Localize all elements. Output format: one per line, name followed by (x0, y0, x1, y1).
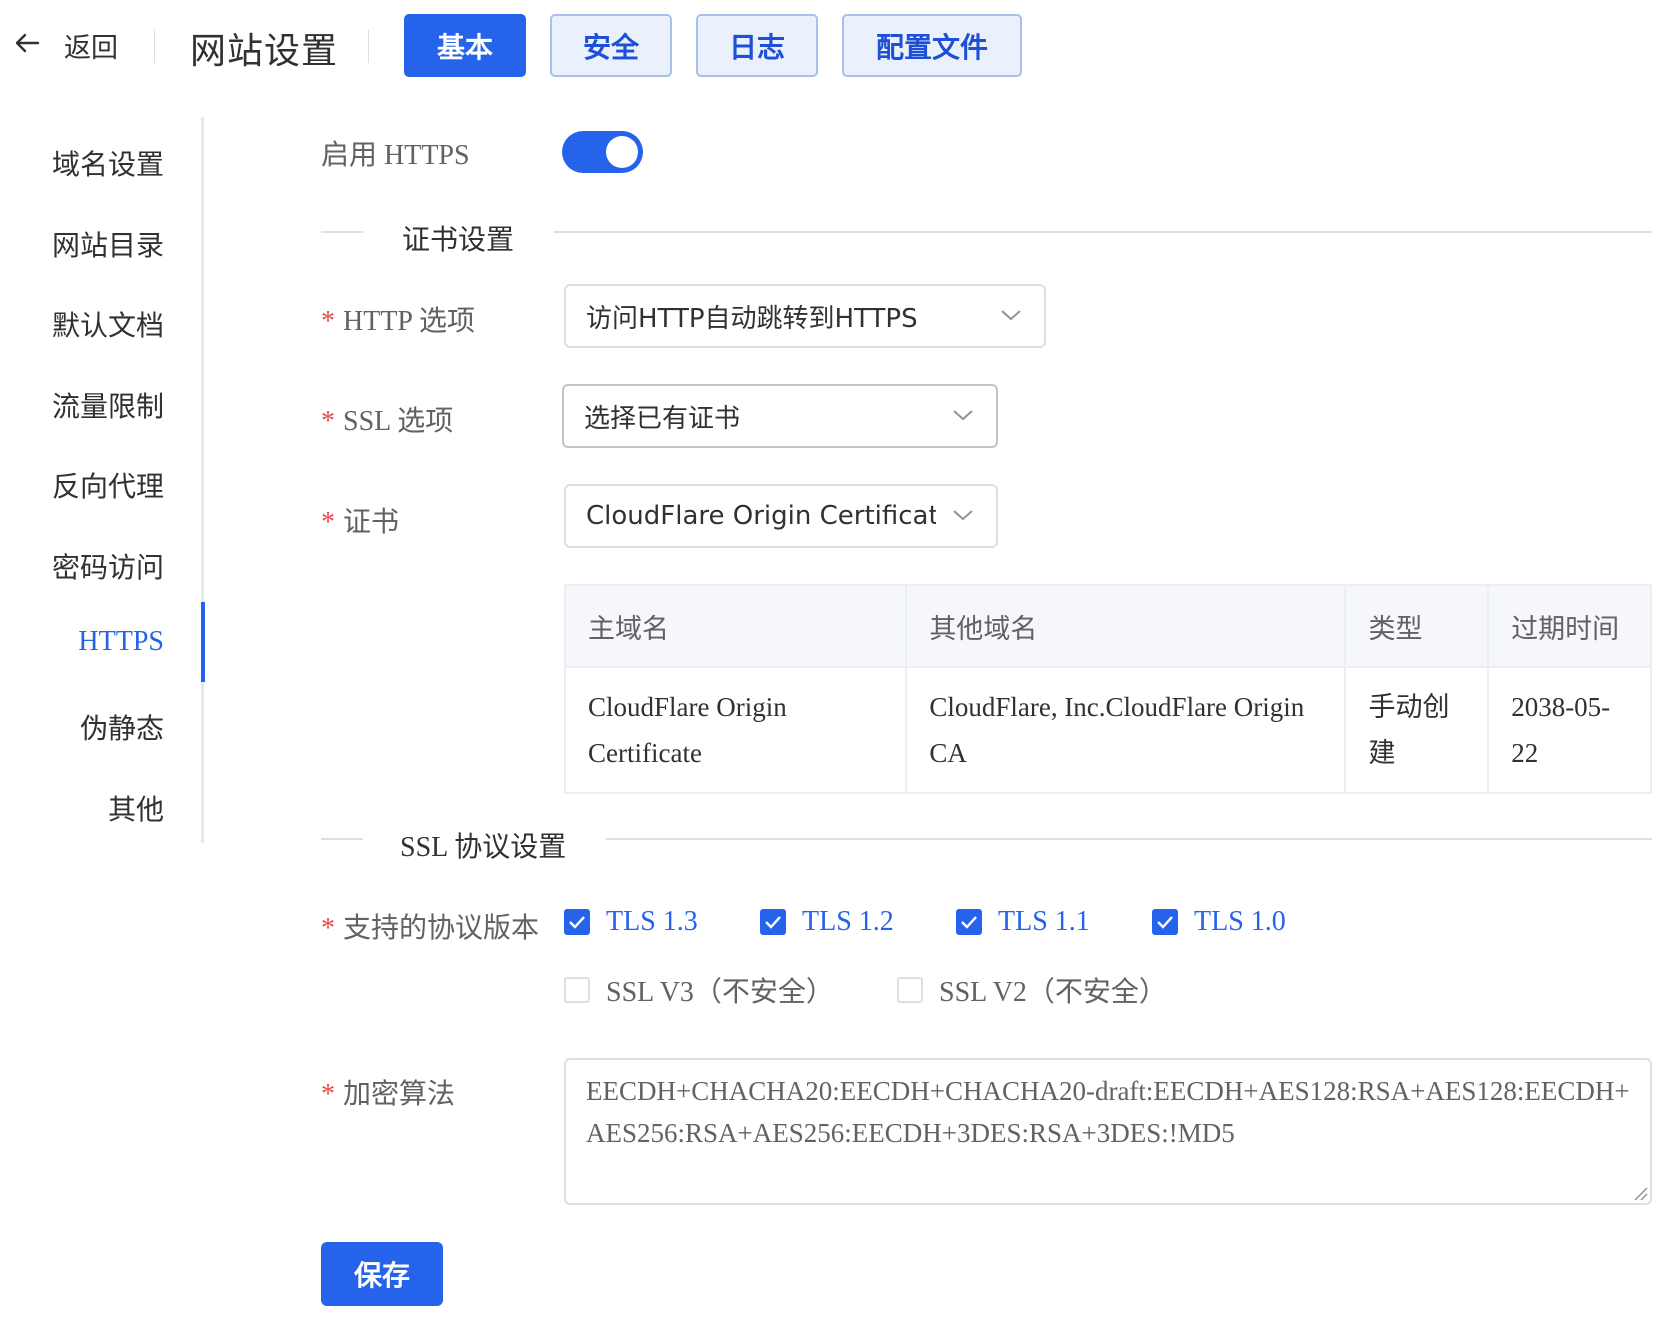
sidebar-item-site-directory[interactable]: 网站目录 (52, 224, 164, 264)
back-button[interactable]: 返回 (64, 26, 118, 65)
checkbox-sslv2[interactable]: SSL V2（不安全） (897, 970, 1167, 1010)
resize-handle-icon[interactable] (1632, 1185, 1648, 1201)
checkbox-box (564, 909, 590, 935)
checkbox-box (956, 909, 982, 935)
section-divider (321, 838, 363, 840)
sidebar-item-rewrite[interactable]: 伪静态 (80, 707, 164, 747)
check-icon (765, 916, 781, 929)
ciphers-value: EECDH+CHACHA20:EECDH+CHACHA20-draft:EECD… (586, 1076, 1630, 1148)
page-title: 网站设置 (190, 31, 339, 71)
cell-other-domains: CloudFlare, Inc.CloudFlare Origin CA (905, 666, 1347, 794)
ssl-option-value: 选择已有证书 (584, 403, 741, 434)
section-divider (606, 838, 1652, 840)
ssl-option-select[interactable]: 选择已有证书 (562, 384, 998, 448)
checkbox-tls11[interactable]: TLS 1.1 (956, 906, 1090, 938)
checkbox-label: TLS 1.1 (998, 906, 1090, 937)
checkbox-label: TLS 1.3 (606, 906, 698, 937)
protocols-label: * 支持的协议版本 (321, 913, 540, 944)
header-divider (368, 30, 369, 63)
checkbox-tls12[interactable]: TLS 1.2 (760, 906, 894, 938)
http-option-label: * HTTP 选项 (321, 306, 475, 337)
checkbox-box (760, 909, 786, 935)
cell-expires: 2038-05-22 (1487, 666, 1652, 794)
certificate-label: * 证书 (321, 507, 400, 538)
table-header-cell: 过期时间 (1487, 584, 1652, 668)
checkbox-sslv3[interactable]: SSL V3（不安全） (564, 970, 834, 1010)
checkbox-label: TLS 1.0 (1194, 906, 1286, 937)
tab-basic[interactable]: 基本 (404, 14, 526, 77)
ssl-option-label: * SSL 选项 (321, 406, 454, 437)
checkbox-box (1152, 909, 1178, 935)
enable-https-label: 启用 HTTPS (321, 140, 470, 171)
section-divider (554, 231, 1652, 233)
http-option-select[interactable]: 访问HTTP自动跳转到HTTPS (564, 284, 1046, 348)
ssl-section-title: SSL 协议设置 (400, 832, 567, 863)
sidebar-item-https[interactable]: HTTPS (78, 626, 164, 658)
ciphers-textarea[interactable]: EECDH+CHACHA20:EECDH+CHACHA20-draft:EECD… (564, 1058, 1652, 1205)
table-row[interactable]: CloudFlare Origin Certificate CloudFlare… (563, 666, 1652, 794)
certificate-table: 主域名 其他域名 类型 过期时间 CloudFlare Origin Certi… (563, 584, 1652, 794)
toggle-knob (606, 136, 638, 168)
arrow-left-icon[interactable] (12, 28, 42, 58)
table-header-cell: 类型 (1344, 584, 1490, 668)
header-divider (154, 30, 155, 63)
enable-https-toggle[interactable] (562, 131, 643, 173)
tab-config-file[interactable]: 配置文件 (842, 14, 1022, 77)
check-icon (961, 916, 977, 929)
sidebar-item-domain[interactable]: 域名设置 (52, 143, 164, 183)
cert-section-title: 证书设置 (402, 225, 515, 256)
chevron-down-icon (953, 510, 973, 521)
check-icon (1157, 916, 1173, 929)
checkbox-box (897, 977, 923, 1003)
table-header-row: 主域名 其他域名 类型 过期时间 (563, 584, 1652, 668)
cell-main-domain: CloudFlare Origin Certificate (563, 666, 908, 794)
check-icon (569, 916, 585, 929)
save-button[interactable]: 保存 (321, 1242, 443, 1306)
certificate-select[interactable]: CloudFlare Origin Certificat (564, 484, 998, 548)
certificate-value: CloudFlare Origin Certificat (586, 501, 936, 531)
sidebar-item-reverse-proxy[interactable]: 反向代理 (52, 465, 164, 505)
section-divider (321, 231, 363, 233)
chevron-down-icon (953, 410, 973, 421)
sidebar-item-default-document[interactable]: 默认文档 (52, 304, 164, 344)
table-header-cell: 主域名 (563, 584, 908, 668)
checkbox-label: SSL V2（不安全） (939, 977, 1167, 1008)
sidebar-item-other[interactable]: 其他 (108, 788, 164, 828)
checkbox-tls13[interactable]: TLS 1.3 (564, 906, 698, 938)
sidebar-item-password-access[interactable]: 密码访问 (52, 546, 164, 586)
ciphers-label: * 加密算法 (321, 1079, 456, 1110)
sidebar-track (201, 117, 204, 843)
sidebar-active-indicator (201, 602, 205, 682)
table-header-cell: 其他域名 (905, 584, 1347, 668)
checkbox-label: SSL V3（不安全） (606, 977, 834, 1008)
tab-logs[interactable]: 日志 (696, 14, 818, 77)
checkbox-box (564, 977, 590, 1003)
tab-security[interactable]: 安全 (550, 14, 672, 77)
checkbox-label: TLS 1.2 (802, 906, 894, 937)
chevron-down-icon (1001, 310, 1021, 321)
sidebar-item-traffic-limit[interactable]: 流量限制 (52, 385, 164, 425)
http-option-value: 访问HTTP自动跳转到HTTPS (586, 303, 918, 334)
checkbox-tls10[interactable]: TLS 1.0 (1152, 906, 1286, 938)
cell-type: 手动创建 (1344, 666, 1490, 794)
